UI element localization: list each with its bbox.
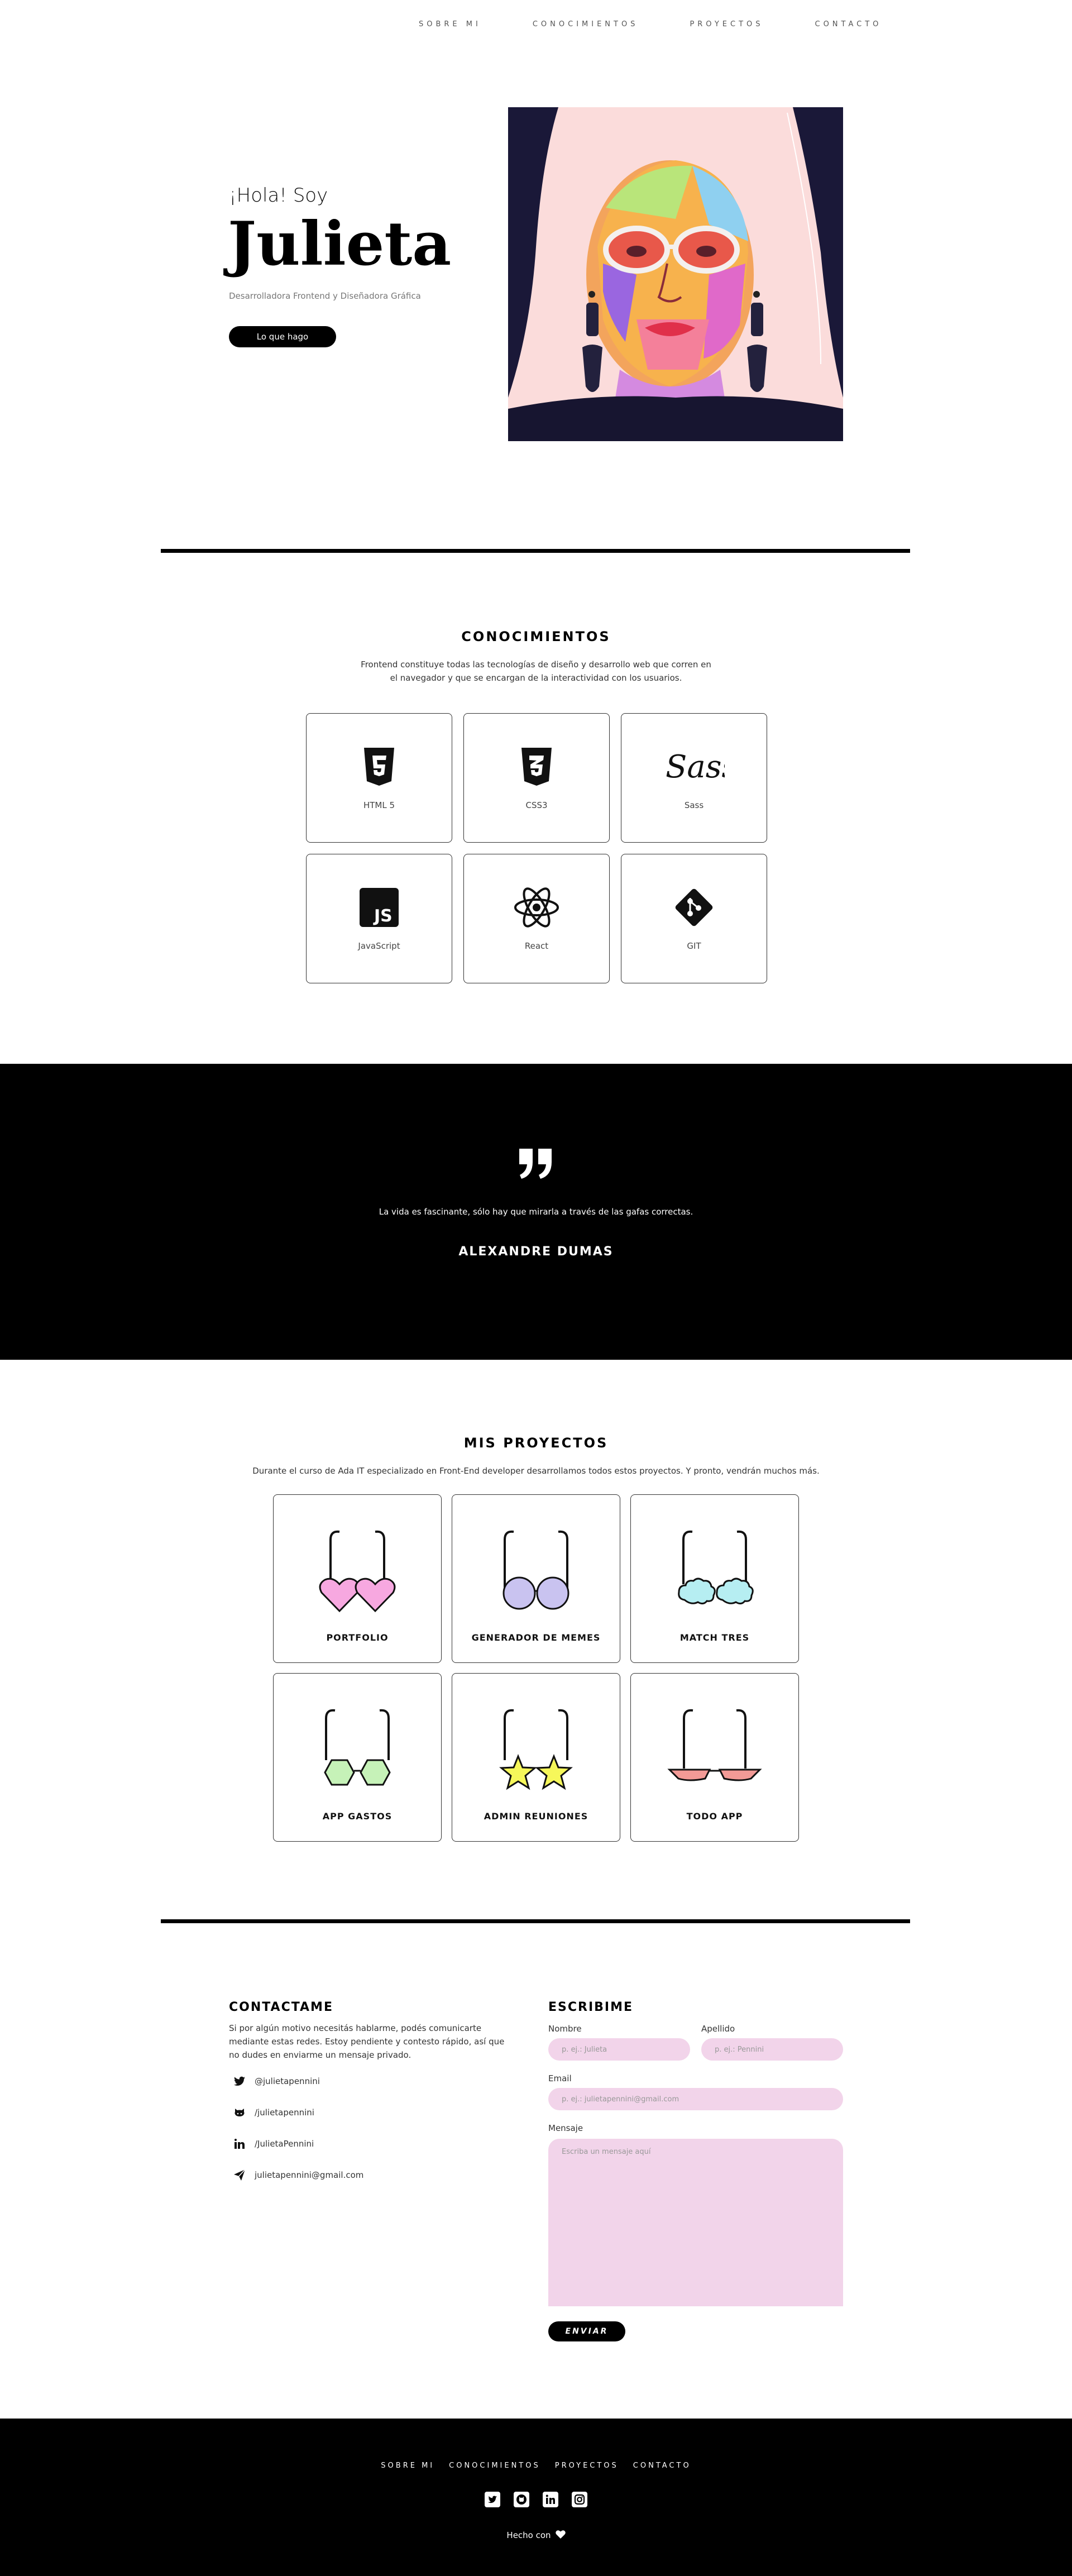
quote-icon [0, 1148, 1072, 1182]
projects-description: Durante el curso de Ada IT especializado… [252, 1466, 820, 1476]
twitter-icon[interactable] [484, 2491, 501, 2508]
made-with-label: Hecho con [506, 2530, 551, 2540]
email-label: Email [548, 2073, 572, 2083]
react-icon [464, 885, 609, 930]
project-card-generador-de-memes[interactable]: GENERADOR DE MEMES [452, 1494, 620, 1663]
footer-nav: SOBRE MI CONOCIMIENTOS PROYECTOS CONTACT… [0, 2462, 1072, 2470]
skill-card-sass[interactable]: Sass Sass [621, 713, 767, 843]
github-icon [233, 2106, 246, 2119]
heart-glasses-icon [274, 1528, 441, 1612]
quote-text: La vida es fascinante, sólo hay que mira… [379, 1207, 693, 1217]
contact-description: Si por algún motivo necesitás hablarme, … [229, 2023, 505, 2060]
project-label: APP GASTOS [322, 1811, 393, 1822]
project-card-portfolio[interactable]: PORTFOLIO [273, 1494, 442, 1663]
project-label: MATCH TRES [679, 1632, 750, 1643]
css3-icon [464, 744, 609, 789]
svg-text:Sass: Sass [666, 749, 725, 785]
apellido-label: Apellido [701, 2024, 735, 2034]
linkedin-icon [233, 2138, 246, 2150]
skill-card-javascript[interactable]: JS JavaScript [306, 854, 452, 983]
footer-link-contacto[interactable]: CONTACTO [633, 2462, 691, 2470]
project-label: GENERADOR DE MEMES [471, 1632, 601, 1643]
top-nav: SOBRE MI CONOCIMIENTOS PROYECTOS CONTACT… [419, 20, 933, 28]
footer-link-sobre-mi[interactable]: SOBRE MI [381, 2462, 434, 2470]
project-card-admin-reuniones[interactable]: ADMIN REUNIONES [452, 1673, 620, 1842]
lo-que-hago-button[interactable]: Lo que hago [229, 326, 336, 347]
javascript-icon: JS [307, 885, 452, 930]
quote-author: ALEXANDRE DUMAS [458, 1245, 614, 1259]
footer-social-icons [0, 2491, 1072, 2508]
skill-card-git[interactable]: GIT [621, 854, 767, 983]
footer-link-conocimientos[interactable]: CONOCIMIENTOS [449, 2462, 540, 2470]
skill-card-html5[interactable]: HTML 5 [306, 713, 452, 843]
html5-icon [307, 744, 452, 789]
apellido-field[interactable] [701, 2038, 843, 2061]
nav-link-conocimientos[interactable]: CONOCIMIENTOS [533, 20, 639, 28]
social-twitter[interactable]: @julietapennini [233, 2075, 320, 2087]
projects-title: MIS PROYECTOS [463, 1435, 609, 1451]
social-text: /julietapennini [255, 2107, 314, 2118]
social-linkedin[interactable]: /JulietaPennini [233, 2138, 314, 2150]
instagram-icon[interactable] [571, 2491, 588, 2508]
skills-description: Frontend constituye todas las tecnología… [361, 659, 711, 683]
form-title: ESCRIBIME [548, 2000, 634, 2014]
social-email[interactable]: julietapennini@gmail.com [233, 2169, 363, 2181]
section-divider [161, 1919, 910, 1923]
enviar-button[interactable]: ENVIAR [548, 2321, 625, 2341]
svg-text:JS: JS [373, 906, 393, 926]
linkedin-icon[interactable] [542, 2491, 559, 2508]
nombre-label: Nombre [548, 2024, 582, 2034]
project-label: TODO APP [686, 1811, 743, 1822]
nav-link-proyectos[interactable]: PROYECTOS [690, 20, 763, 28]
skill-label: CSS3 [525, 800, 548, 810]
github-icon[interactable] [513, 2491, 530, 2508]
project-card-match-tres[interactable]: MATCH TRES [630, 1494, 799, 1663]
git-icon [621, 885, 767, 930]
skill-label: Sass [684, 800, 704, 810]
hero-greeting: ¡Hola! Soy [229, 184, 328, 207]
star-glasses-icon [452, 1707, 620, 1791]
skill-label: React [524, 941, 549, 951]
hero-subtitle: Desarrolladora Frontend y Diseñadora Grá… [229, 291, 421, 301]
made-with-text: Hecho con [0, 2530, 1072, 2541]
social-text: julietapennini@gmail.com [255, 2170, 364, 2180]
skill-card-react[interactable]: React [463, 854, 610, 983]
email-field[interactable] [548, 2088, 843, 2110]
nav-link-sobre-mi[interactable]: SOBRE MI [419, 20, 481, 28]
project-label: PORTFOLIO [326, 1632, 389, 1643]
portrait-illustration [508, 107, 843, 441]
mensaje-label: Mensaje [548, 2123, 583, 2133]
nombre-field[interactable] [548, 2038, 690, 2061]
mensaje-textarea[interactable] [548, 2139, 843, 2306]
social-text: /JulietaPennini [255, 2139, 314, 2149]
nav-link-contacto[interactable]: CONTACTO [815, 20, 882, 28]
footer-link-proyectos[interactable]: PROYECTOS [555, 2462, 619, 2470]
social-github[interactable]: /julietapennini [233, 2106, 314, 2119]
heart-icon [555, 2530, 566, 2541]
twitter-icon [233, 2075, 246, 2087]
project-label: ADMIN REUNIONES [484, 1811, 588, 1822]
section-divider [161, 549, 910, 553]
cloud-glasses-icon [631, 1528, 798, 1612]
skill-card-css3[interactable]: CSS3 [463, 713, 610, 843]
project-card-todo-app[interactable]: TODO APP [630, 1673, 799, 1842]
project-card-app-gastos[interactable]: APP GASTOS [273, 1673, 442, 1842]
skill-label: JavaScript [358, 941, 400, 951]
hero-name: Julieta [228, 209, 452, 279]
contact-title: CONTACTAME [229, 2000, 333, 2014]
sass-icon: Sass [621, 744, 767, 789]
cateye-glasses-icon [631, 1707, 798, 1791]
skill-label: GIT [687, 941, 701, 951]
social-text: @julietapennini [255, 2076, 320, 2086]
hexagon-glasses-icon [274, 1707, 441, 1791]
skill-label: HTML 5 [363, 800, 395, 810]
send-icon [233, 2169, 246, 2181]
round-glasses-icon [452, 1528, 620, 1612]
skills-title: CONOCIMIENTOS [461, 629, 611, 644]
